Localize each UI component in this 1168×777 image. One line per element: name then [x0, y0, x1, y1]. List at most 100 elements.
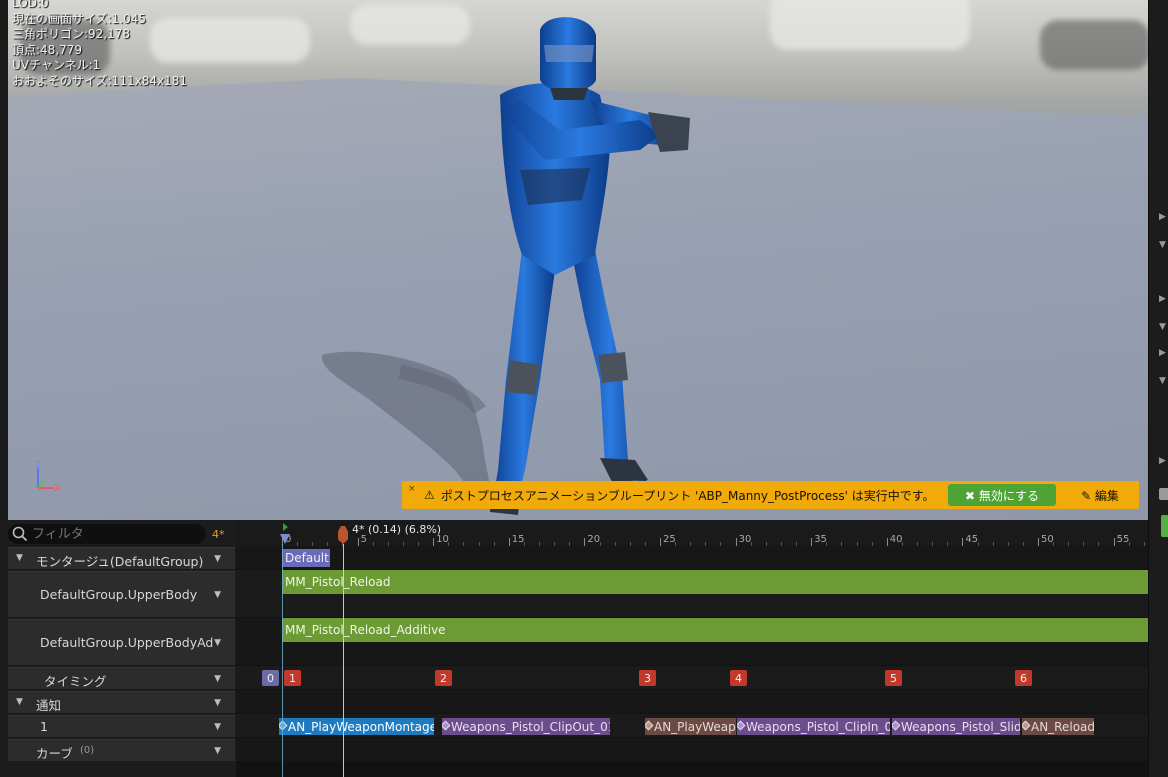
track-curves[interactable]: カーブ (0) ▼ [8, 739, 235, 761]
section-default[interactable]: Default [282, 549, 330, 567]
add-button[interactable] [1161, 515, 1168, 537]
asset-icon[interactable] [1159, 488, 1168, 500]
track-list-panel: 4* ▼ モンタージュ(DefaultGroup) ▼ DefaultGroup… [0, 520, 236, 777]
ruler-major-tick [735, 538, 737, 546]
ruler-minor-tick [856, 542, 858, 546]
axis-z-label: Z [35, 460, 42, 471]
ruler-label: 15 [511, 534, 525, 545]
collapse-arrow-icon[interactable]: ▼ [1159, 322, 1166, 332]
ruler-major-tick [1113, 538, 1115, 546]
notify-an-playweaponmontage[interactable]: AN_PlayWeaponMontage [279, 718, 434, 735]
ruler-major-tick [357, 538, 359, 546]
ruler-major-tick [433, 538, 435, 546]
track-label: タイミング [44, 674, 107, 689]
stat-vertices: 頂点:48,779 [12, 42, 83, 57]
timing-marker[interactable]: 4 [730, 670, 747, 686]
ruler-major-tick [886, 538, 888, 546]
dropdown-arrow-icon[interactable]: ▼ [214, 674, 221, 684]
ruler-minor-tick [569, 542, 571, 546]
dropdown-arrow-icon[interactable]: ▼ [214, 698, 221, 708]
ruler-minor-tick [614, 542, 616, 546]
filter-input[interactable] [32, 526, 182, 542]
notify-clipin[interactable]: Weapons_Pistol_ClipIn_0 [737, 718, 890, 735]
expand-arrow-icon[interactable]: ▶ [1159, 212, 1166, 222]
ruler-major-tick [962, 538, 964, 546]
track-label: モンタージュ(DefaultGroup) [36, 554, 204, 569]
ruler-minor-tick [1022, 542, 1024, 546]
viewport[interactable]: LOD:0 現在の画面サイズ:1.045 三角ポリゴン:92,178 頂点:48… [0, 0, 1148, 520]
segment-mm-pistol-reload[interactable]: MM_Pistol_Reload [282, 570, 1148, 594]
track-montage-group[interactable]: ▼ モンタージュ(DefaultGroup) ▼ [8, 547, 235, 569]
ruler-label: 50 [1041, 534, 1054, 545]
track-upperbody[interactable]: DefaultGroup.UpperBody ▼ [8, 571, 235, 617]
ruler-minor-tick [720, 542, 722, 546]
expand-arrow-icon[interactable]: ▶ [1159, 456, 1166, 466]
collapse-arrow-icon[interactable]: ▼ [1159, 240, 1166, 250]
lane-notifies [236, 690, 1148, 713]
ruler-minor-tick [765, 542, 767, 546]
timing-marker[interactable]: 0 [262, 670, 279, 686]
ruler-minor-tick [1007, 542, 1009, 546]
track-notifies[interactable]: ▼ 通知 ▼ [8, 691, 235, 713]
notify-diamond-icon [645, 720, 654, 731]
ruler-minor-tick [402, 542, 404, 546]
track-label: DefaultGroup.UpperBody [40, 587, 198, 602]
ruler-major-tick [811, 538, 813, 546]
stat-uv-channels: UVチャンネル:1 [12, 58, 101, 72]
ruler-minor-tick [387, 542, 389, 546]
playhead-label: 4* (0.14) (6.8%) [352, 523, 442, 536]
track-timing[interactable]: タイミング ▼ [8, 667, 235, 689]
filter-box[interactable] [8, 524, 206, 544]
collapse-arrow-icon[interactable]: ▼ [1159, 376, 1166, 386]
timing-marker[interactable]: 5 [885, 670, 902, 686]
dropdown-arrow-icon[interactable]: ▼ [214, 590, 221, 600]
segment-mm-pistol-reload-additive[interactable]: MM_Pistol_Reload_Additive [282, 618, 1148, 642]
collapse-arrow-icon[interactable]: ▼ [16, 553, 23, 563]
ruler-label: 45 [965, 534, 979, 545]
timing-marker[interactable]: 2 [435, 670, 452, 686]
banner-close-icon[interactable]: × [408, 484, 416, 494]
notify-clipout[interactable]: Weapons_Pistol_ClipOut_01 [442, 718, 610, 735]
dropdown-arrow-icon[interactable]: ▼ [214, 722, 221, 732]
viewport-stats: LOD:0 現在の画面サイズ:1.045 三角ポリゴン:92,178 頂点:48… [12, 0, 187, 89]
notify-label: AN_PlayWeap [654, 719, 736, 734]
track-label: 1 [40, 719, 48, 734]
stat-lod: LOD:0 [12, 0, 49, 10]
timing-marker[interactable]: 1 [284, 670, 301, 686]
track-label: カーブ [36, 746, 73, 761]
expand-arrow-icon[interactable]: ▶ [1159, 294, 1166, 304]
ruler-minor-tick [554, 542, 556, 546]
ruler-label: 55 [1116, 534, 1130, 545]
curve-count: (0) [80, 745, 95, 756]
expand-arrow-icon[interactable]: ▶ [1159, 348, 1166, 358]
ruler-minor-tick [917, 542, 919, 546]
ruler-label: 20 [587, 534, 601, 545]
ruler-minor-tick [372, 542, 374, 546]
notify-slide[interactable]: Weapons_Pistol_Slid [892, 718, 1020, 735]
track-upperbody-additive[interactable]: DefaultGroup.UpperBodyAd ▼ [8, 619, 235, 665]
collapse-arrow-icon[interactable]: ▼ [16, 697, 23, 707]
ruler-minor-tick [539, 542, 541, 546]
edit-button[interactable]: ✎ 編集 [1067, 484, 1133, 506]
ruler-label: 40 [889, 534, 903, 545]
ruler-minor-tick [644, 542, 646, 546]
notify-label: AN_Reload [1031, 719, 1094, 734]
track-notify-1[interactable]: 1 ▼ [8, 715, 235, 737]
dropdown-arrow-icon[interactable]: ▼ [214, 554, 221, 564]
notify-an-reload[interactable]: AN_Reload [1022, 718, 1094, 735]
dropdown-arrow-icon[interactable]: ▼ [214, 638, 221, 648]
dropdown-arrow-icon[interactable]: ▼ [214, 746, 221, 756]
start-marker-icon[interactable] [280, 534, 290, 544]
notify-label: Weapons_Pistol_ClipOut_01 [451, 719, 610, 734]
ruler-minor-tick [312, 542, 314, 546]
notify-an-playweap[interactable]: AN_PlayWeap [645, 718, 736, 735]
ruler-minor-tick [1083, 542, 1085, 546]
lane-timing [236, 666, 1148, 689]
notify-label: Weapons_Pistol_ClipIn_0 [746, 719, 890, 734]
montage-timeline[interactable]: 0 5 10 15 20 25 30 35 40 45 50 55 Default MM_Pistol… [236, 520, 1148, 777]
timing-marker[interactable]: 6 [1015, 670, 1032, 686]
timing-marker[interactable]: 3 [639, 670, 656, 686]
disable-button[interactable]: ✖ 無効にする [948, 484, 1056, 506]
current-frame-badge: 4* [212, 528, 225, 541]
ruler-minor-tick [327, 542, 329, 546]
